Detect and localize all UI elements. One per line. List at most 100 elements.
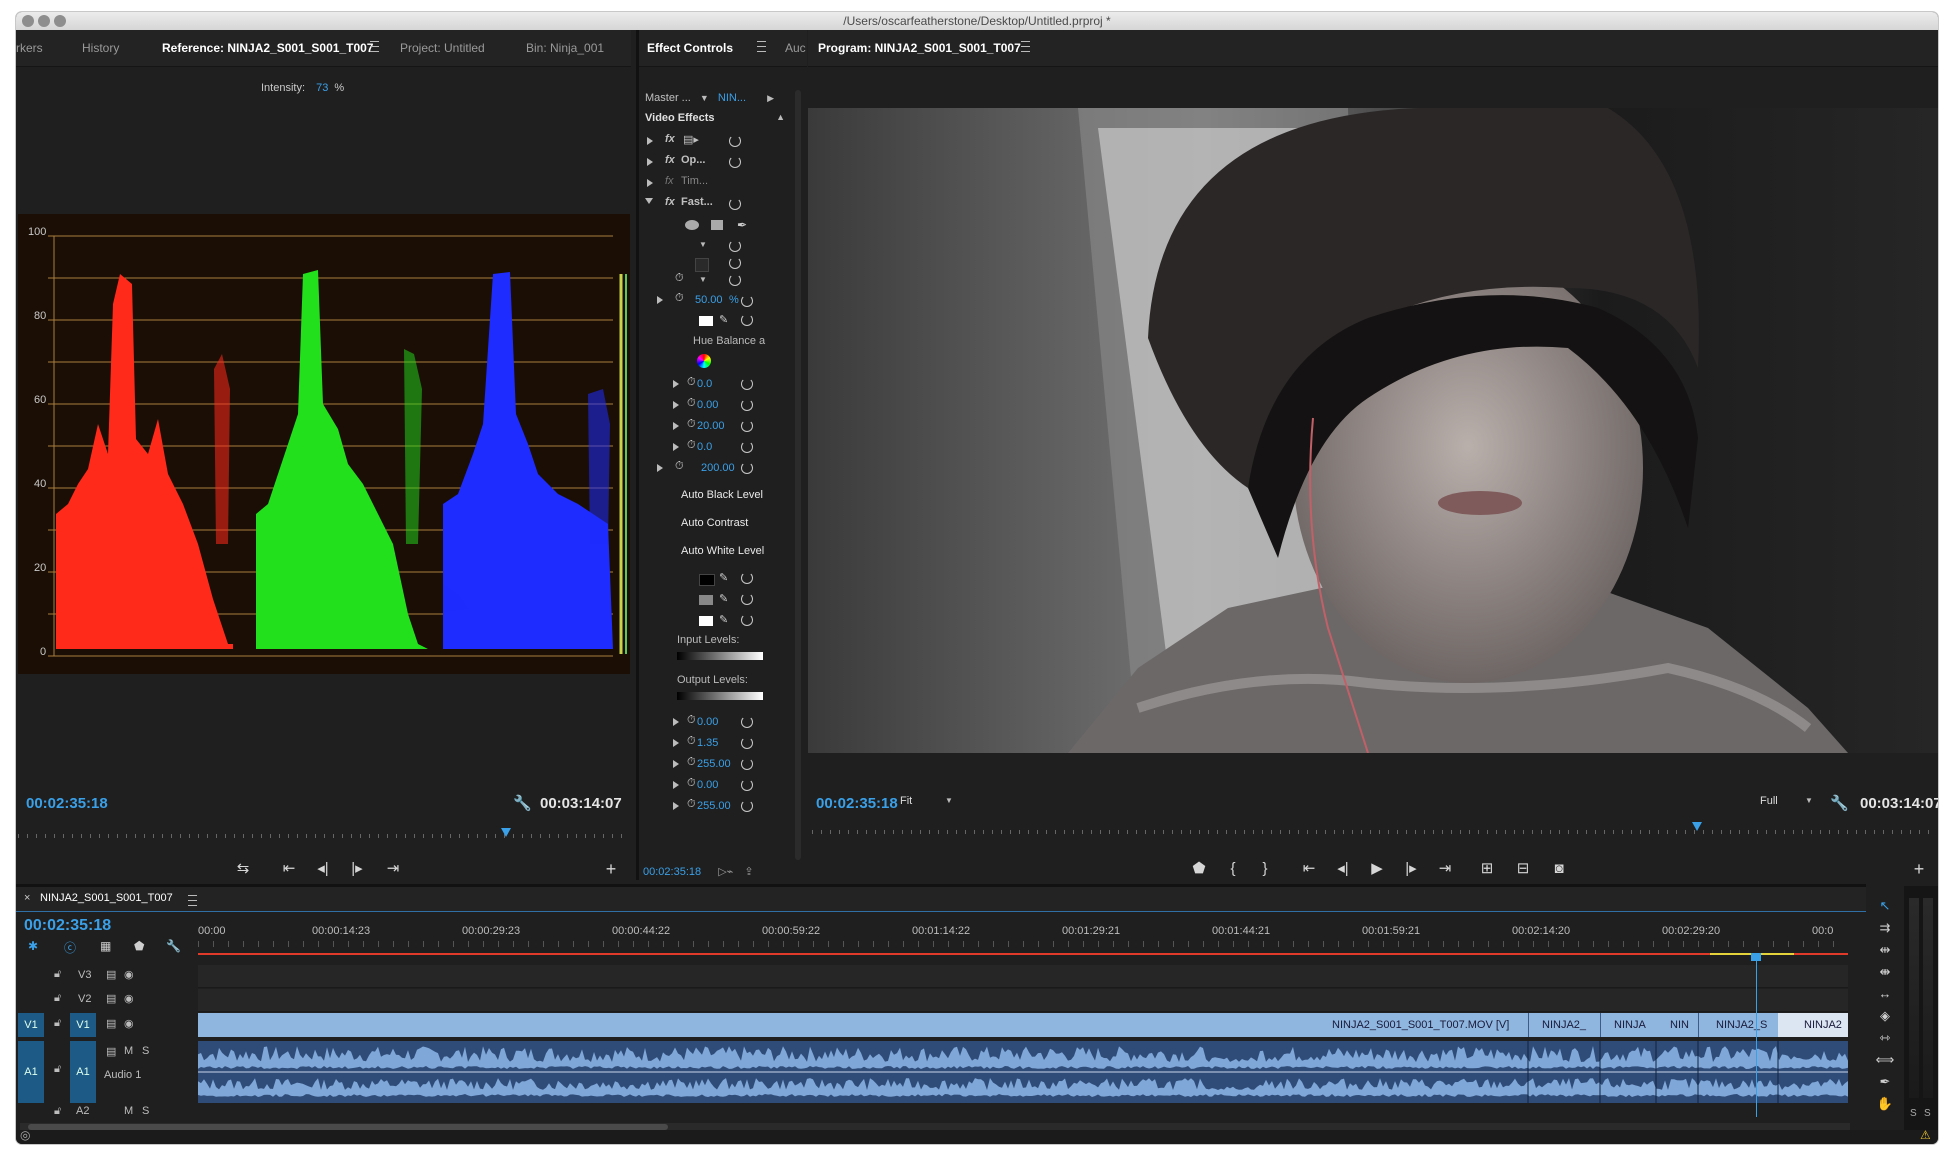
solo-button[interactable]: S [142, 1105, 149, 1117]
reset-icon[interactable] [729, 198, 741, 210]
mute-button[interactable]: M [124, 1045, 133, 1057]
reset-icon[interactable] [741, 593, 753, 605]
input-white-value[interactable]: 255.00 [697, 758, 731, 770]
snap-icon[interactable]: ✱ [28, 939, 38, 953]
stopwatch-icon[interactable]: ⏱ [687, 756, 696, 769]
fit-dropdown[interactable]: Fit ▼ [900, 795, 960, 807]
clip-label[interactable]: NINJA [1614, 1013, 1654, 1037]
reset-icon[interactable] [741, 462, 753, 474]
effect-controls-scrollbar[interactable] [795, 90, 801, 860]
extract-icon[interactable]: ⊟ [1512, 860, 1534, 878]
wrench-icon[interactable]: 🔧 [166, 939, 181, 953]
minimize-window-icon[interactable] [38, 15, 50, 27]
track-v2-label[interactable]: V2 [78, 993, 91, 1005]
chevron-down-icon[interactable]: ▼ [1805, 796, 1813, 805]
expand-icon[interactable] [673, 718, 679, 726]
stopwatch-icon[interactable]: ⏱ [675, 292, 684, 305]
effect-controls-timecode[interactable]: 00:02:35:18 [643, 866, 701, 878]
ripple-edit-tool-icon[interactable]: ⇹ [1875, 942, 1895, 958]
expand-icon[interactable] [657, 464, 663, 472]
reset-icon[interactable] [729, 274, 741, 286]
solo-right-button[interactable]: S [1924, 1108, 1931, 1119]
selection-tool-icon[interactable]: ↖ [1875, 898, 1895, 914]
effect-controls-menu-icon[interactable] [757, 41, 766, 52]
film-icon[interactable]: ▤ [106, 1017, 116, 1030]
gang-to-program-icon[interactable]: ⇆ [232, 860, 254, 878]
expand-icon[interactable] [673, 781, 679, 789]
step-back-icon[interactable]: ◂| [1332, 860, 1354, 878]
go-to-out-icon[interactable]: ⇥ [382, 860, 404, 878]
color-swatch[interactable] [695, 258, 709, 272]
hue-angle-value[interactable]: 0.0 [697, 378, 712, 390]
reference-current-timecode[interactable]: 00:02:35:18 [26, 795, 108, 812]
add-marker-icon[interactable]: ⬟ [1188, 860, 1210, 878]
rate-stretch-tool-icon[interactable]: ↔ [1875, 986, 1895, 1002]
eyedropper-icon[interactable]: ✎ [719, 313, 728, 326]
mark-in-icon[interactable]: { [1222, 860, 1244, 878]
close-window-icon[interactable] [22, 15, 34, 27]
eyedropper-icon[interactable]: ✎ [719, 571, 728, 584]
wrench-icon[interactable]: 🔧 [1830, 794, 1849, 812]
mute-button[interactable]: M [124, 1105, 133, 1117]
reset-icon[interactable] [741, 441, 753, 453]
expand-icon[interactable] [647, 158, 653, 166]
playhead-handle-icon[interactable] [1750, 953, 1761, 961]
auto-contrast-button[interactable]: Auto Contrast [681, 517, 748, 529]
mark-out-icon[interactable]: } [1254, 860, 1276, 878]
stopwatch-icon[interactable]: ⏱ [687, 798, 696, 811]
go-to-out-icon[interactable]: ⇥ [1434, 860, 1456, 878]
balance-angle-value[interactable]: 20.00 [697, 420, 725, 432]
tab-program[interactable]: Program: NINJA2_S001_S001_T007 [818, 30, 1021, 66]
input-levels-slider[interactable] [677, 652, 763, 660]
hand-tool-icon[interactable]: ✋ [1875, 1096, 1895, 1112]
eyedropper-icon[interactable]: ✎ [719, 592, 728, 605]
panel-menu-icon[interactable] [370, 41, 379, 52]
track-select-tool-icon[interactable]: ⇉ [1875, 920, 1895, 936]
auto-white-level-button[interactable]: Auto White Level [681, 545, 764, 557]
solo-button[interactable]: S [142, 1045, 149, 1057]
track-v2-lane[interactable] [198, 989, 1848, 1012]
clip-label[interactable]: NINJA2_ [1542, 1013, 1598, 1037]
master-clip-selector[interactable]: Master ... ▼ NIN... ▶ [645, 92, 785, 104]
warning-icon[interactable]: ⚠ [1920, 1128, 1931, 1142]
film-icon[interactable]: ▤ [106, 968, 116, 981]
slide-tool-icon[interactable]: ⟺ [1875, 1052, 1895, 1068]
program-video-frame[interactable] [808, 108, 1938, 753]
reset-icon[interactable] [741, 295, 753, 307]
input-gray-value[interactable]: 1.35 [697, 737, 718, 749]
effect-opacity[interactable]: fx Op... [643, 153, 789, 173]
saturation-value[interactable]: 200.00 [701, 462, 735, 474]
chevron-down-icon[interactable]: ▼ [699, 240, 707, 249]
timeline-timecode[interactable]: 00:02:35:18 [24, 917, 111, 935]
insert-sequence-icon[interactable]: ▦ [100, 939, 111, 953]
expand-icon[interactable] [673, 760, 679, 768]
reset-icon[interactable] [741, 758, 753, 770]
chevron-down-icon[interactable]: ▼ [699, 275, 707, 284]
expand-icon[interactable] [673, 401, 679, 409]
eyedropper-icon[interactable]: ✎ [719, 613, 728, 626]
voice-record-icon[interactable]: ▤ [106, 1045, 116, 1058]
tab-effect-controls[interactable]: Effect Controls [647, 30, 733, 66]
program-current-timecode[interactable]: 00:02:35:18 [816, 795, 898, 812]
tab-project[interactable]: Project: Untitled [400, 30, 485, 66]
expand-icon[interactable] [647, 179, 653, 187]
expand-icon[interactable] [673, 802, 679, 810]
step-forward-icon[interactable]: |▸ [346, 860, 368, 878]
ellipse-mask-icon[interactable] [685, 220, 699, 230]
slip-tool-icon[interactable]: ⇿ [1875, 1030, 1895, 1046]
track-a2-label[interactable]: A2 [76, 1105, 89, 1117]
program-time-ruler[interactable] [812, 822, 1932, 840]
razor-tool-icon[interactable]: ◈ [1875, 1008, 1895, 1024]
stopwatch-icon[interactable]: ⏱ [687, 735, 696, 748]
collapse-up-icon[interactable]: ▲ [776, 112, 785, 122]
tab-bin[interactable]: Bin: Ninja_001 [526, 30, 604, 66]
expand-icon[interactable] [657, 296, 663, 304]
expand-right-icon[interactable]: ▶ [767, 93, 774, 103]
expand-icon[interactable] [647, 137, 653, 145]
reset-icon[interactable] [741, 737, 753, 749]
track-a1-label[interactable]: A1 [70, 1041, 96, 1103]
stopwatch-icon[interactable]: ⏱ [687, 439, 696, 452]
fx-icon[interactable]: fx [665, 196, 675, 208]
timeline-ruler[interactable]: 00:00 00:00:14:23 00:00:29:23 00:00:44:2… [198, 925, 1848, 961]
lock-icon[interactable]: 🔓︎ [54, 1063, 61, 1076]
